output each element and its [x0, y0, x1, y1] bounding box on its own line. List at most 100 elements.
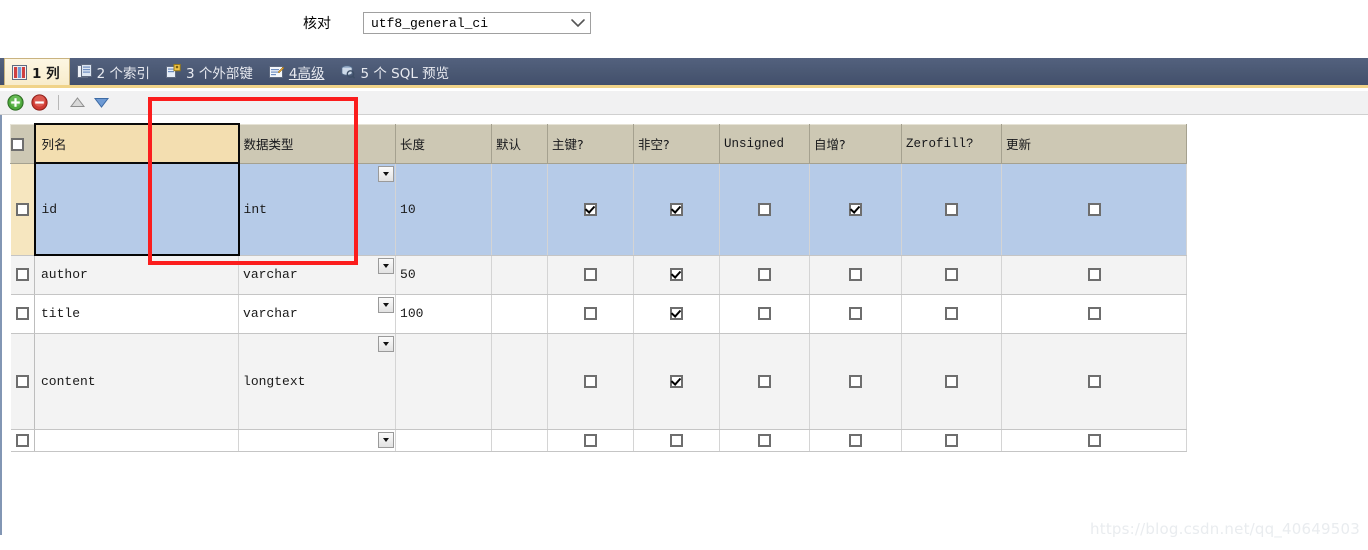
header-length[interactable]: 长度: [395, 123, 493, 164]
move-down-icon[interactable]: [93, 94, 110, 111]
cell-primary-key[interactable]: [547, 294, 635, 334]
cell-auto-increment[interactable]: [809, 429, 903, 452]
not-null-checkbox[interactable]: [670, 268, 684, 281]
unsigned-checkbox[interactable]: [758, 202, 772, 216]
unsigned-checkbox[interactable]: [758, 433, 772, 447]
header-zerofill[interactable]: Zerofill?: [901, 123, 1003, 164]
tab-columns[interactable]: 1 列: [4, 58, 70, 85]
data-type-dropdown-icon[interactable]: [378, 335, 395, 352]
cell-length[interactable]: [395, 429, 493, 452]
not-null-checkbox[interactable]: [670, 374, 684, 388]
cell-unsigned[interactable]: [719, 294, 811, 334]
tab-foreign-keys[interactable]: 3 个外部键: [159, 58, 262, 85]
cell-zerofill[interactable]: [901, 429, 1003, 452]
cell-not-null[interactable]: [633, 429, 721, 452]
data-type-dropdown-icon[interactable]: [378, 431, 395, 448]
cell-update[interactable]: [1001, 429, 1188, 452]
primary-key-checkbox[interactable]: [584, 374, 598, 388]
primary-key-checkbox[interactable]: [584, 268, 598, 281]
cell-data-type[interactable]: int: [238, 163, 397, 256]
cell-not-null[interactable]: [633, 294, 721, 334]
unsigned-checkbox[interactable]: [758, 268, 772, 281]
zerofill-checkbox[interactable]: [945, 202, 959, 216]
cell-column-name[interactable]: content: [34, 333, 240, 430]
cell-primary-key[interactable]: [547, 163, 635, 256]
add-column-icon[interactable]: [7, 94, 24, 111]
primary-key-checkbox[interactable]: [584, 433, 598, 447]
unsigned-checkbox[interactable]: [758, 307, 772, 320]
cell-primary-key[interactable]: [547, 429, 635, 452]
data-type-dropdown-icon[interactable]: [378, 165, 395, 182]
auto-increment-checkbox[interactable]: [849, 433, 863, 447]
update-checkbox[interactable]: [1087, 307, 1101, 320]
primary-key-checkbox[interactable]: [584, 202, 598, 216]
table-row[interactable]: [10, 429, 1188, 452]
cell-auto-increment[interactable]: [809, 294, 903, 334]
cell-length[interactable]: 100: [395, 294, 493, 334]
auto-increment-checkbox[interactable]: [849, 307, 863, 320]
primary-key-checkbox[interactable]: [584, 307, 598, 320]
tab-advanced[interactable]: 4高级: [262, 58, 334, 85]
chevron-down-icon[interactable]: [566, 13, 590, 33]
cell-column-name[interactable]: title: [34, 294, 240, 334]
cell-data-type[interactable]: varchar: [238, 255, 397, 295]
zerofill-checkbox[interactable]: [945, 307, 959, 320]
header-not-null[interactable]: 非空?: [633, 123, 721, 164]
cell-auto-increment[interactable]: [809, 333, 903, 430]
unsigned-checkbox[interactable]: [758, 374, 772, 388]
cell-default[interactable]: [491, 163, 549, 256]
cell-data-type[interactable]: [238, 429, 397, 452]
row-select-checkbox[interactable]: [15, 374, 29, 388]
cell-zerofill[interactable]: [901, 294, 1003, 334]
cell-primary-key[interactable]: [547, 255, 635, 295]
cell-auto-increment[interactable]: [809, 255, 903, 295]
row-select-checkbox[interactable]: [15, 307, 29, 320]
cell-not-null[interactable]: [633, 255, 721, 295]
row-select-checkbox[interactable]: [15, 202, 29, 216]
cell-zerofill[interactable]: [901, 163, 1003, 256]
cell-default[interactable]: [491, 255, 549, 295]
row-select-cell[interactable]: [10, 429, 35, 452]
zerofill-checkbox[interactable]: [945, 433, 959, 447]
table-row[interactable]: author varchar 50 作者: [10, 255, 1188, 295]
header-primary-key[interactable]: 主键?: [547, 123, 635, 164]
cell-update[interactable]: [1001, 163, 1188, 256]
header-unsigned[interactable]: Unsigned: [719, 123, 811, 164]
update-checkbox[interactable]: [1087, 374, 1101, 388]
row-select-checkbox-wrap[interactable]: [11, 199, 34, 220]
remove-column-icon[interactable]: [31, 94, 48, 111]
cell-unsigned[interactable]: [719, 163, 811, 256]
cell-default[interactable]: [491, 429, 549, 452]
move-up-icon[interactable]: [69, 94, 86, 111]
cell-data-type[interactable]: longtext: [238, 333, 397, 430]
tab-indexes[interactable]: 2 个索引: [70, 58, 159, 85]
cell-zerofill[interactable]: [901, 333, 1003, 430]
data-type-dropdown-icon[interactable]: [378, 296, 395, 313]
header-auto-increment[interactable]: 自增?: [809, 123, 903, 164]
row-select-checkbox[interactable]: [15, 268, 29, 281]
row-select-checkbox[interactable]: [15, 433, 29, 447]
cell-data-type[interactable]: varchar: [238, 294, 397, 334]
cell-auto-increment[interactable]: [809, 163, 903, 256]
select-all-checkbox[interactable]: [11, 138, 24, 151]
select-all-header[interactable]: [10, 123, 35, 164]
cell-update[interactable]: [1001, 333, 1188, 430]
cell-length[interactable]: 50: [395, 255, 493, 295]
collation-select[interactable]: utf8_general_ci: [363, 12, 591, 34]
table-row[interactable]: id int 10 文章唯一di: [10, 162, 1188, 256]
update-checkbox[interactable]: [1087, 202, 1101, 216]
auto-increment-checkbox[interactable]: [849, 202, 863, 216]
header-default[interactable]: 默认: [491, 123, 549, 164]
cell-column-name[interactable]: [34, 429, 240, 452]
row-select-cell[interactable]: [10, 333, 35, 430]
cell-unsigned[interactable]: [719, 429, 811, 452]
update-checkbox[interactable]: [1087, 268, 1101, 281]
row-select-cell[interactable]: [10, 255, 35, 295]
cell-unsigned[interactable]: [719, 255, 811, 295]
auto-increment-checkbox[interactable]: [849, 268, 863, 281]
cell-update[interactable]: [1001, 255, 1188, 295]
table-row[interactable]: content longtext 文章的内容: [10, 333, 1188, 430]
header-data-type[interactable]: 数据类型: [238, 123, 397, 164]
row-select-cell[interactable]: [10, 163, 35, 256]
cell-length[interactable]: [395, 333, 493, 430]
